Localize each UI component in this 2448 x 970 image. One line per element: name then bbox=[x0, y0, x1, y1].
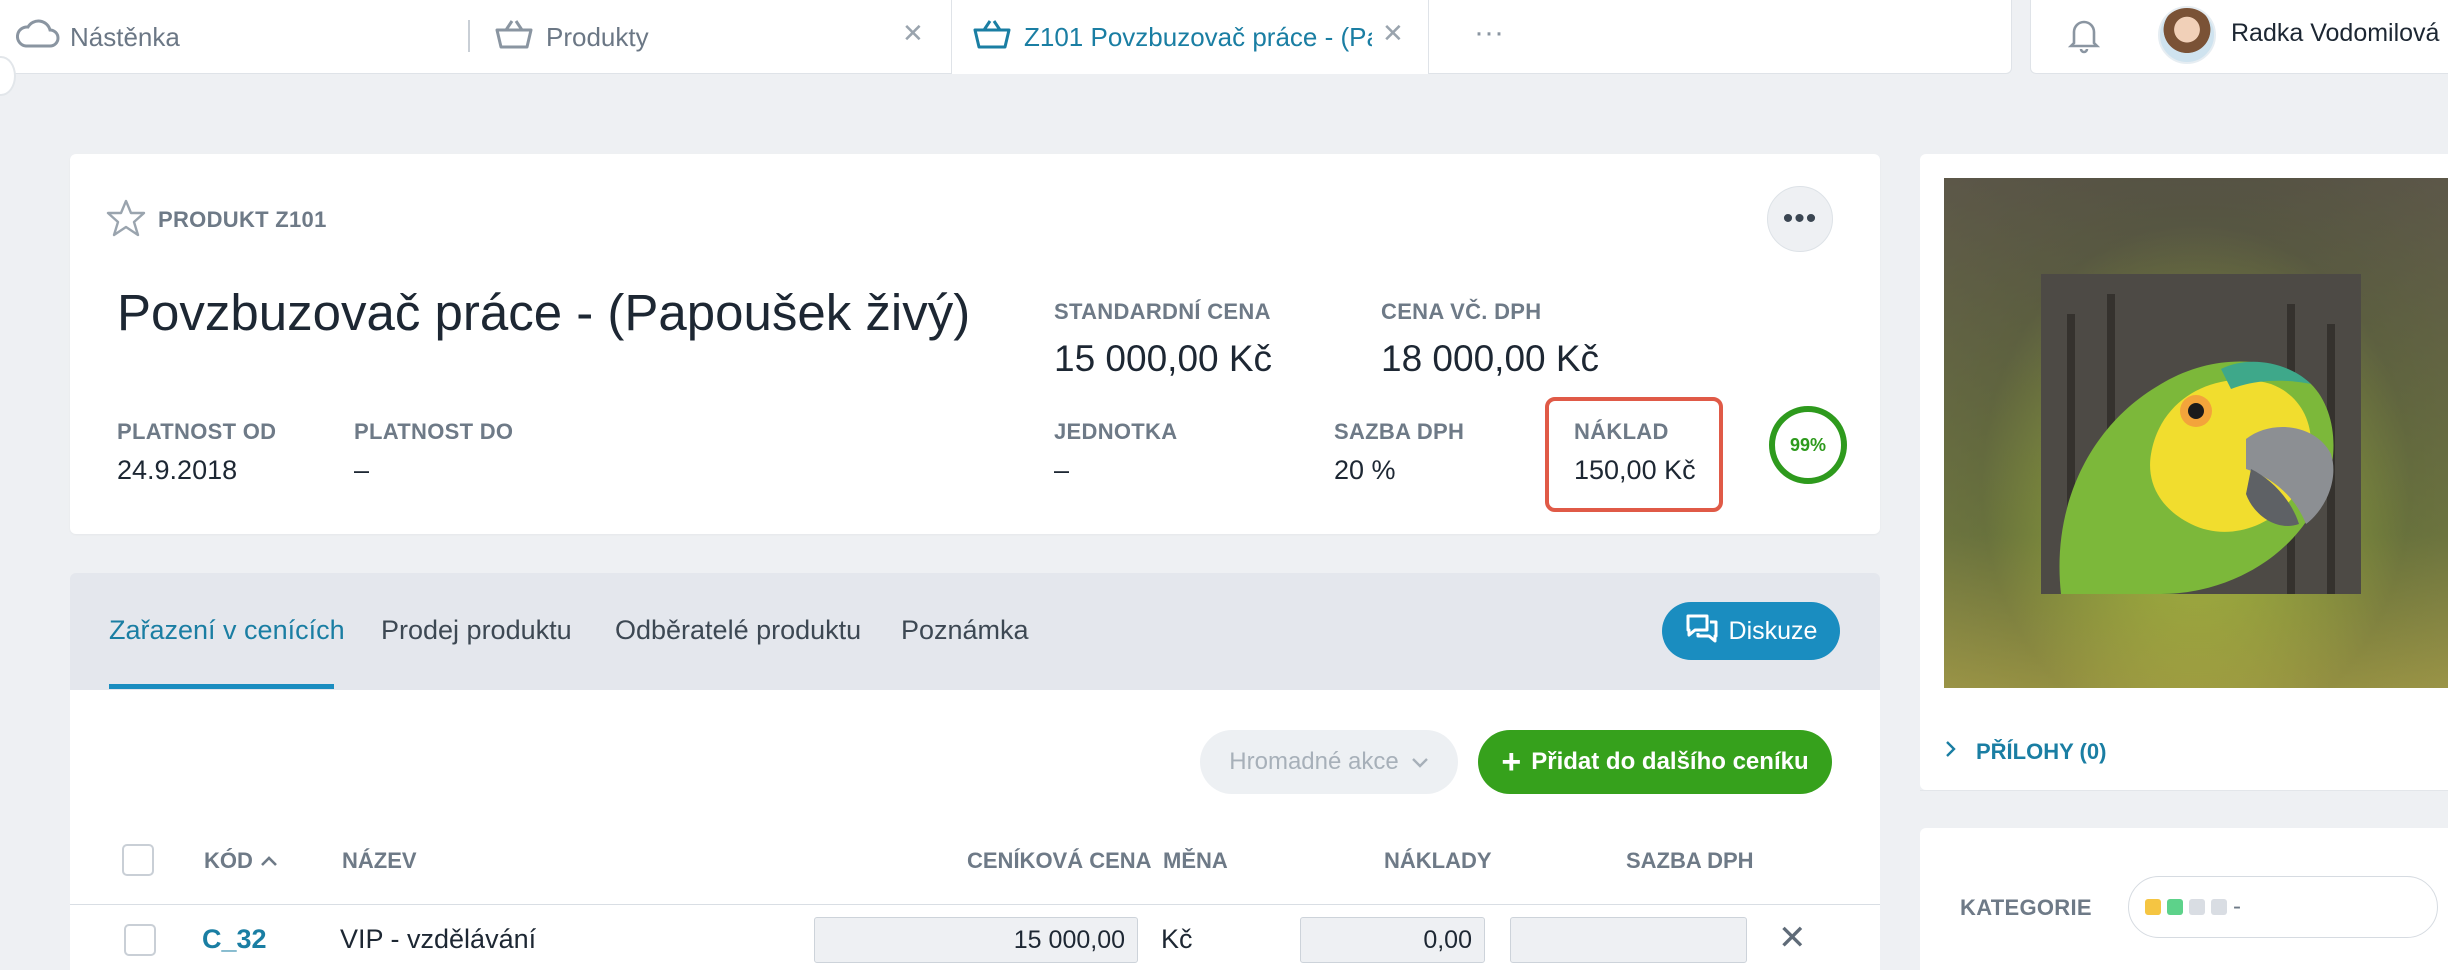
row-price-input[interactable]: 15 000,00 bbox=[814, 917, 1138, 963]
valid-to-label: PLATNOST DO bbox=[354, 419, 514, 444]
user-name[interactable]: Radka Vodomilová bbox=[2231, 19, 2439, 48]
remove-row-icon[interactable]: ✕ bbox=[1778, 918, 1807, 958]
tab-label: Nástěnka bbox=[70, 21, 180, 52]
more-actions-button[interactable]: ••• bbox=[1767, 186, 1833, 252]
cost-label: NÁKLAD bbox=[1574, 419, 1669, 444]
product-code-label: PRODUKT Z101 bbox=[158, 207, 327, 232]
close-tab-icon[interactable]: ✕ bbox=[1382, 18, 1404, 49]
active-tab-underline bbox=[109, 684, 334, 689]
discussion-label: Diskuze bbox=[1728, 616, 1818, 645]
add-to-pricelist-button[interactable]: + Přidat do dalšího ceníku bbox=[1478, 730, 1832, 794]
tab-pricelists[interactable]: Zařazení v cenících bbox=[109, 615, 345, 646]
divider bbox=[1920, 790, 2448, 791]
sort-asc-icon bbox=[259, 848, 279, 873]
plus-icon: + bbox=[1501, 743, 1522, 781]
column-header-code[interactable]: KÓD bbox=[204, 848, 279, 874]
valid-from-label: PLATNOST OD bbox=[117, 419, 277, 444]
chevron-right-icon[interactable] bbox=[1944, 738, 1958, 765]
bulk-actions-label: Hromadné akce bbox=[1229, 748, 1399, 775]
column-header-price[interactable]: CENÍKOVÁ CENA bbox=[967, 848, 1152, 874]
tab-label: Z101 Povzbuzovač práce - (Pa bbox=[1024, 21, 1372, 52]
discussion-button[interactable]: Diskuze bbox=[1662, 602, 1840, 660]
tab-dashboard[interactable]: Nástěnka bbox=[14, 0, 180, 74]
row-code-link[interactable]: C_32 bbox=[202, 924, 267, 955]
category-color-dot bbox=[2167, 899, 2183, 915]
margin-value: 99% bbox=[1789, 434, 1827, 455]
column-header-label: KÓD bbox=[204, 848, 253, 873]
row-cost-input[interactable]: 0,00 bbox=[1300, 917, 1485, 963]
unit-label: JEDNOTKA bbox=[1054, 419, 1178, 444]
bell-icon[interactable] bbox=[2067, 16, 2101, 59]
vat-rate-label: SAZBA DPH bbox=[1334, 419, 1465, 444]
category-value: - bbox=[2233, 893, 2241, 920]
avatar[interactable] bbox=[2158, 6, 2216, 64]
row-checkbox[interactable] bbox=[124, 924, 156, 956]
tab-product-z101[interactable]: Z101 Povzbuzovač práce - (Pa bbox=[972, 0, 1372, 74]
chevron-down-icon bbox=[1411, 748, 1429, 776]
vat-rate-value: 20 % bbox=[1334, 455, 1396, 485]
basket-icon bbox=[972, 18, 1012, 57]
product-photo[interactable] bbox=[2041, 274, 2361, 594]
column-header-cost[interactable]: NÁKLADY bbox=[1384, 848, 1492, 874]
cloud-icon bbox=[14, 18, 60, 57]
valid-from-value: 24.9.2018 bbox=[117, 455, 238, 485]
star-icon[interactable] bbox=[106, 198, 146, 243]
tab-products[interactable]: Produkty bbox=[494, 0, 649, 74]
attachments-link[interactable]: PŘÍLOHY (0) bbox=[1976, 739, 2106, 765]
category-selector[interactable]: - bbox=[2128, 876, 2438, 938]
row-name: VIP - vzdělávání bbox=[340, 924, 537, 954]
tab-separator bbox=[468, 20, 470, 52]
standard-price-label: STANDARDNÍ CENA bbox=[1054, 299, 1271, 324]
column-header-vat[interactable]: SAZBA DPH bbox=[1626, 848, 1754, 874]
column-header-currency[interactable]: MĚNA bbox=[1163, 848, 1228, 874]
standard-price-value: 15 000,00 Kč bbox=[1054, 338, 1273, 379]
category-color-dot bbox=[2211, 899, 2227, 915]
row-vat-input[interactable] bbox=[1510, 917, 1747, 963]
header-divider bbox=[70, 904, 1880, 905]
category-color-dot bbox=[2145, 899, 2161, 915]
tab-label: Produkty bbox=[546, 21, 649, 52]
category-color-dot bbox=[2189, 899, 2205, 915]
close-tab-icon[interactable]: ✕ bbox=[902, 18, 924, 49]
cost-value: 150,00 Kč bbox=[1574, 455, 1696, 485]
tab-note[interactable]: Poznámka bbox=[901, 615, 1029, 646]
valid-to-value: – bbox=[354, 455, 370, 485]
margin-indicator: 99% bbox=[1769, 406, 1847, 484]
basket-icon bbox=[494, 18, 534, 57]
tab-sales[interactable]: Prodej produktu bbox=[381, 615, 572, 646]
tab-customers[interactable]: Odběratelé produktu bbox=[615, 615, 861, 646]
price-vat-value: 18 000,00 Kč bbox=[1381, 338, 1600, 379]
price-vat-label: CENA VČ. DPH bbox=[1381, 299, 1542, 324]
row-currency[interactable]: Kč bbox=[1161, 924, 1193, 955]
page-title: Povzbuzovač práce - (Papoušek živý) bbox=[117, 284, 971, 341]
chat-icon bbox=[1685, 613, 1719, 650]
column-header-name[interactable]: NÁZEV bbox=[342, 848, 417, 874]
more-tabs-icon[interactable]: ··· bbox=[1474, 16, 1504, 50]
add-to-pricelist-label: Přidat do dalšího ceníku bbox=[1531, 748, 1809, 775]
category-label: KATEGORIE bbox=[1960, 895, 2092, 920]
bulk-actions-dropdown[interactable]: Hromadné akce bbox=[1200, 730, 1458, 794]
more-icon: ••• bbox=[1782, 202, 1818, 235]
select-all-checkbox[interactable] bbox=[122, 844, 154, 876]
top-bar: Nástěnka Produkty ✕ Z101 Povzbuzovač prá… bbox=[0, 0, 2448, 74]
unit-value: – bbox=[1054, 455, 1070, 485]
